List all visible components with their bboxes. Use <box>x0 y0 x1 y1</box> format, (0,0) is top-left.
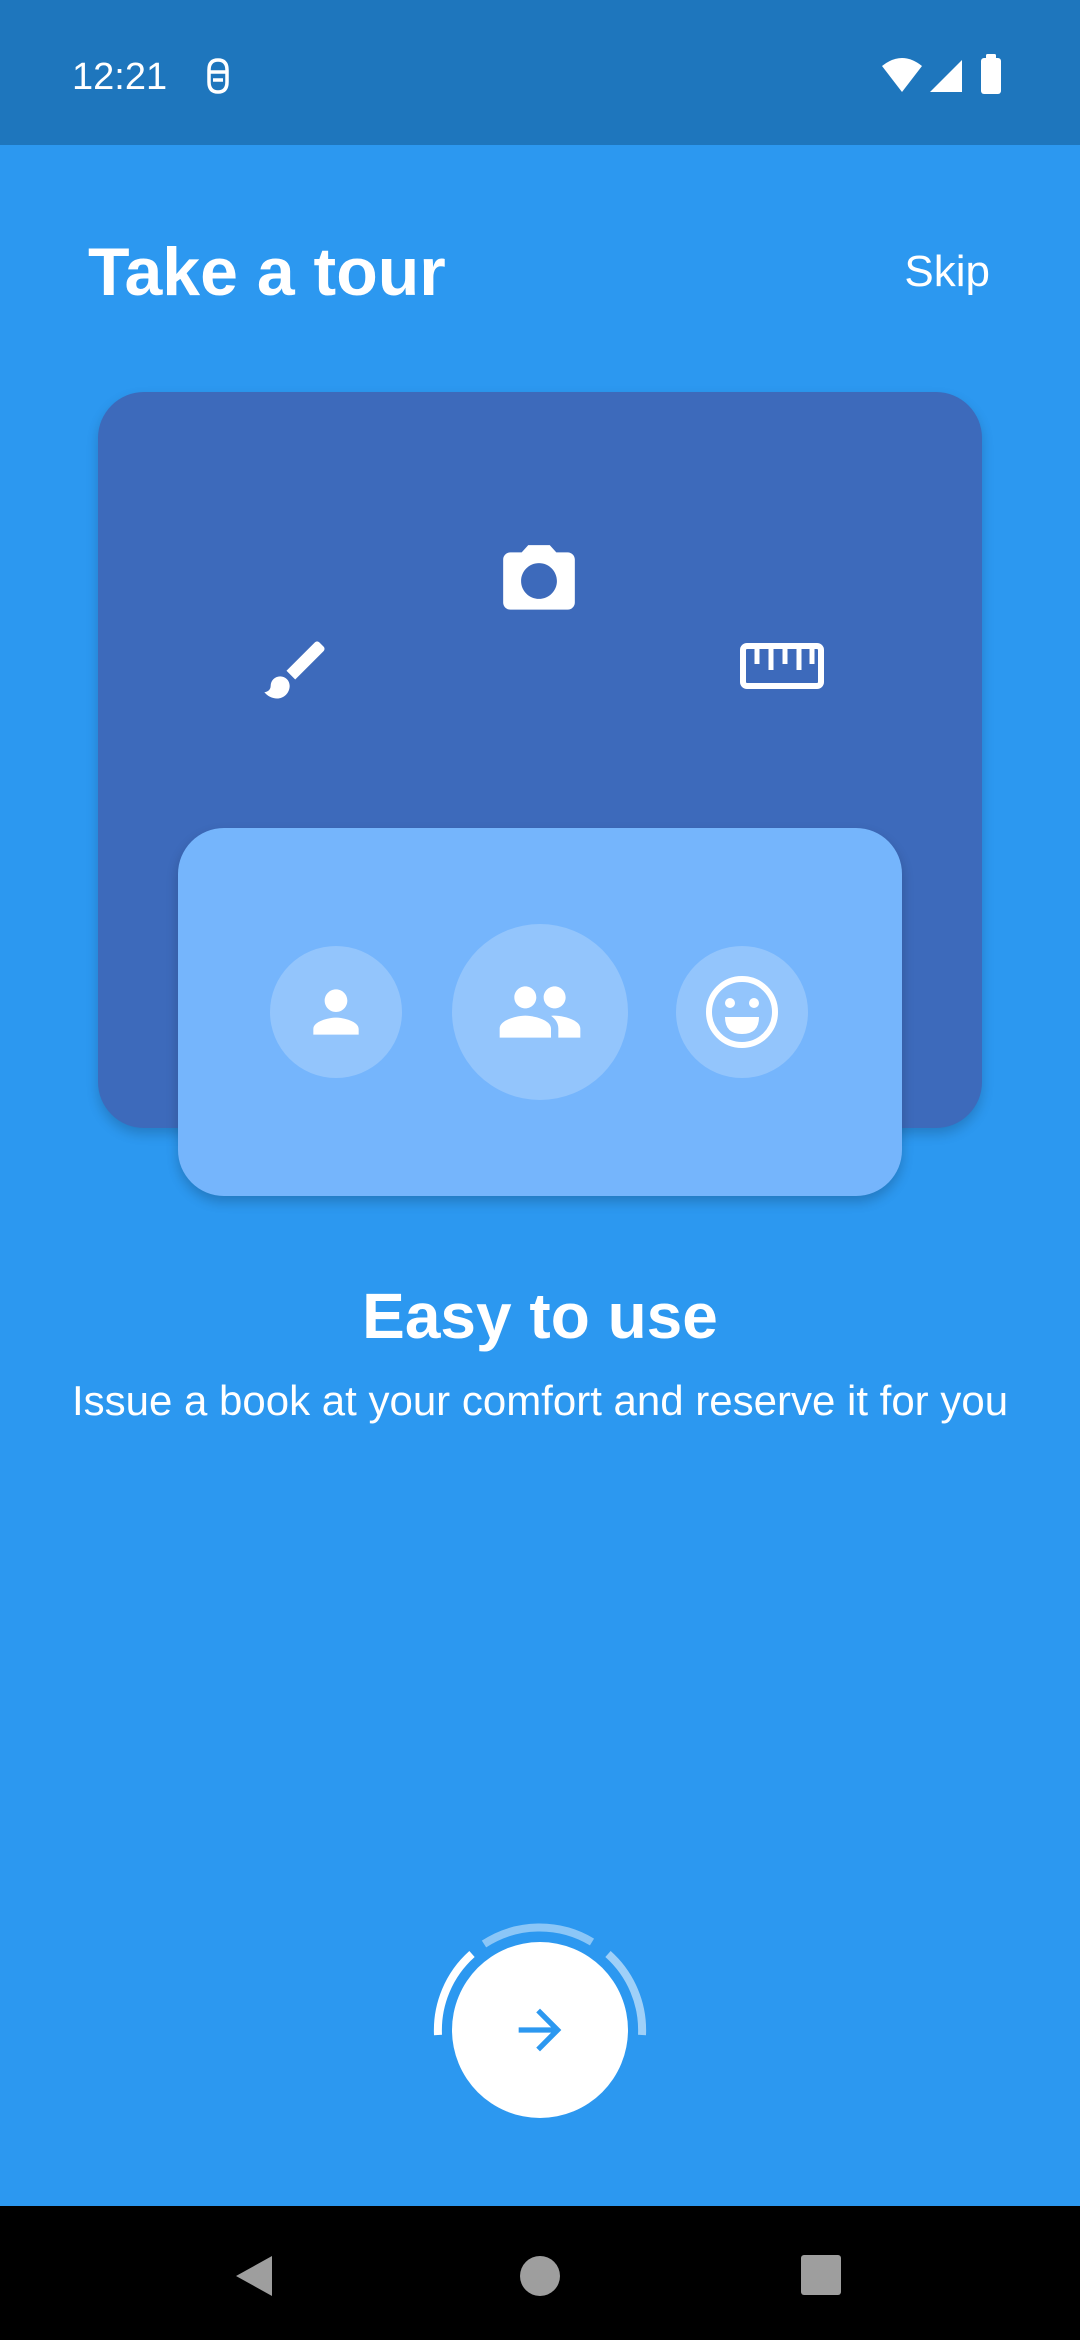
next-button[interactable] <box>452 1942 628 2118</box>
group-circle <box>452 924 628 1100</box>
person-circle <box>270 946 402 1078</box>
arrow-right-icon <box>518 2008 562 2052</box>
system-nav-bar <box>0 2206 1080 2340</box>
status-bar: 12:21 <box>0 0 1080 145</box>
illustration-front-card <box>178 828 902 1196</box>
recents-icon[interactable] <box>800 2254 842 2296</box>
dev-app-icon <box>207 58 229 94</box>
person-icon <box>313 989 359 1035</box>
paintbrush-icon <box>264 641 325 699</box>
page-title: Take a tour <box>88 234 446 310</box>
smiley-circle <box>676 946 808 1078</box>
slide-title: Easy to use <box>362 1280 718 1352</box>
camera-icon <box>503 545 575 610</box>
group-icon <box>499 986 581 1038</box>
status-time: 12:21 <box>72 56 168 98</box>
wifi-icon <box>882 58 922 92</box>
back-icon[interactable] <box>234 2254 274 2298</box>
slide-description: Issue a book at your comfort and reserve… <box>71 1377 1009 1424</box>
home-icon[interactable] <box>518 2254 562 2298</box>
skip-button[interactable]: Skip <box>904 246 990 298</box>
smiley-icon <box>706 976 778 1048</box>
ruler-icon <box>740 643 824 689</box>
battery-icon <box>981 54 1001 94</box>
signal-icon <box>930 60 962 92</box>
